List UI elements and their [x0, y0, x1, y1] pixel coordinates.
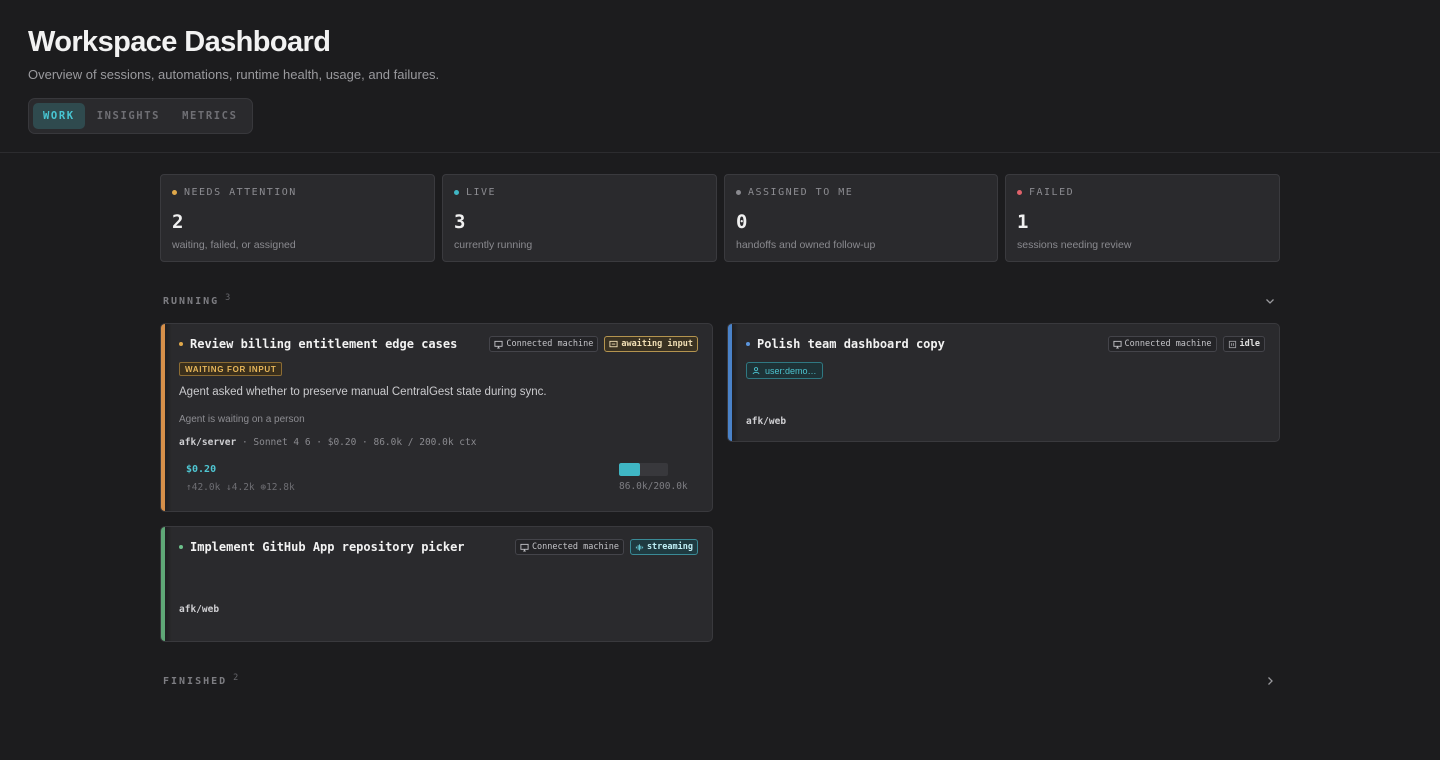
session-card-github[interactable]: Implement GitHub App repository picker C…: [160, 526, 713, 642]
stat-live[interactable]: LIVE 3 currently running: [442, 174, 717, 262]
status-badge: awaiting input: [604, 336, 698, 352]
waiting-chip: WAITING FOR INPUT: [179, 362, 283, 376]
session-title: Implement GitHub App repository picker: [190, 540, 465, 554]
token-usage: ↑42.0k ↓4.2k ⊕12.8k: [186, 482, 295, 493]
status-badge: streaming: [629, 539, 698, 555]
section-count: 3: [225, 293, 231, 303]
stat-failed[interactable]: FAILED 1 sessions needing review: [1005, 174, 1280, 262]
status-dot: [1017, 190, 1022, 195]
message-icon: [609, 340, 618, 347]
status-dot: [736, 190, 741, 195]
status-badge: idle: [1222, 336, 1265, 352]
context-usage-fill: [619, 463, 641, 476]
status-dot: [172, 190, 177, 195]
tab-metrics[interactable]: METRICS: [172, 103, 247, 129]
stat-label: FAILED: [1029, 187, 1075, 198]
section-title: RUNNING: [163, 295, 220, 307]
page-subtitle: Overview of sessions, automations, runti…: [28, 67, 440, 82]
monitor-icon: [520, 543, 529, 552]
status-dot: [454, 190, 459, 195]
audio-wave-icon: [635, 543, 644, 551]
session-message: Agent asked whether to preserve manual C…: [179, 386, 547, 398]
chevron-down-icon[interactable]: [1264, 295, 1276, 307]
stat-description: waiting, failed, or assigned: [172, 239, 296, 251]
finished-section-header[interactable]: FINISHED 2: [163, 673, 1280, 689]
session-status-line: Agent is waiting on a person: [179, 414, 305, 425]
tab-work[interactable]: WORK: [33, 103, 85, 129]
repo-name: afk/web: [179, 604, 220, 615]
stat-value: 2: [172, 211, 184, 233]
running-section-header[interactable]: RUNNING 3: [163, 293, 1280, 309]
stat-assigned-to-me[interactable]: ASSIGNED TO ME 0 handoffs and owned foll…: [724, 174, 998, 262]
stat-value: 1: [1017, 211, 1029, 233]
context-usage-bar: [619, 463, 668, 476]
pause-icon: [1228, 340, 1236, 348]
section-title: FINISHED: [163, 675, 228, 687]
stat-label: ASSIGNED TO ME: [748, 187, 854, 198]
machine-badge: Connected machine: [514, 539, 624, 555]
session-title: Review billing entitlement edge cases: [190, 337, 458, 351]
stat-value: 3: [454, 211, 466, 233]
stat-needs-attention[interactable]: NEEDS ATTENTION 2 waiting, failed, or as…: [160, 174, 435, 262]
tab-insights[interactable]: INSIGHTS: [87, 103, 170, 129]
session-cost: $0.20: [186, 464, 217, 475]
monitor-icon: [1112, 340, 1122, 349]
user-icon: [752, 367, 760, 375]
machine-badge: Connected machine: [489, 336, 599, 352]
session-meta: afk/server · Sonnet 4 6 · $0.20 · 86.0k …: [179, 437, 476, 448]
model-info: · Sonnet 4 6 · $0.20 · 86.0k / 200.0k ct…: [241, 437, 477, 448]
page-header: Workspace Dashboard Overview of sessions…: [0, 0, 1440, 153]
repo-name: afk/server: [179, 437, 237, 448]
context-usage-text: 86.0k/200.0k: [619, 481, 688, 492]
chevron-right-icon[interactable]: [1264, 675, 1276, 687]
session-card-billing[interactable]: Review billing entitlement edge cases Co…: [160, 323, 713, 512]
machine-badge: Connected machine: [1107, 336, 1217, 352]
session-card-polish[interactable]: Polish team dashboard copy Connected mac…: [727, 323, 1280, 442]
stat-description: handoffs and owned follow-up: [736, 239, 876, 251]
session-title: Polish team dashboard copy: [757, 337, 945, 351]
status-dot: [179, 545, 183, 549]
stat-label: NEEDS ATTENTION: [184, 187, 297, 198]
section-count: 2: [233, 673, 239, 683]
repo-name: afk/web: [746, 416, 787, 427]
status-dot: [179, 342, 183, 346]
view-tabs: WORK INSIGHTS METRICS: [28, 98, 253, 134]
stat-description: sessions needing review: [1017, 239, 1132, 251]
stat-label: LIVE: [466, 187, 497, 198]
stat-value: 0: [736, 211, 748, 233]
user-chip[interactable]: user:demo…: [746, 362, 823, 379]
session-meta: afk/web: [179, 604, 219, 615]
status-dot: [746, 342, 750, 346]
page-title: Workspace Dashboard: [28, 26, 331, 58]
session-meta: afk/web: [746, 416, 786, 427]
stat-description: currently running: [454, 239, 533, 251]
monitor-icon: [494, 340, 503, 349]
